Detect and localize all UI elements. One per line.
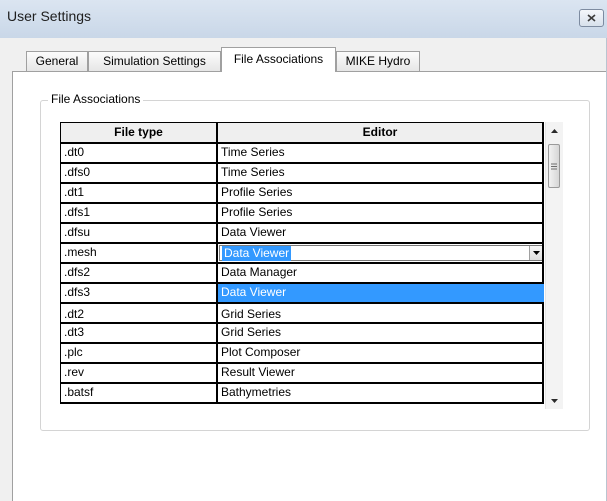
editor-cell[interactable]: Grid Series [217, 324, 544, 344]
file-type-cell[interactable]: .rev [60, 364, 218, 384]
editor-cell[interactable]: Profile Series [217, 184, 544, 204]
file-type-cell[interactable]: .dt3 [60, 324, 218, 344]
close-x-icon [587, 14, 596, 22]
dropdown-button[interactable] [529, 246, 542, 260]
editor-cell[interactable]: Time Series [217, 164, 544, 184]
grip-icon [551, 163, 557, 169]
scroll-down-arrow-icon [551, 398, 558, 403]
editor-cell[interactable]: Time Series [217, 144, 544, 164]
editor-cell[interactable]: Bathymetries [217, 384, 544, 404]
column-header-editor[interactable]: Editor [217, 122, 544, 144]
scroll-up-button[interactable] [546, 122, 563, 139]
editor-cell[interactable]: Data Viewer [217, 224, 544, 244]
editor-cell[interactable]: Plot Composer [217, 344, 544, 364]
file-type-cell[interactable]: .mesh [60, 244, 218, 264]
editor-cell[interactable]: Data Manager [217, 264, 544, 284]
file-type-cell[interactable]: .dt2 [60, 302, 218, 324]
file-type-cell[interactable]: .dfs3 [60, 284, 218, 304]
close-button[interactable] [579, 9, 604, 27]
editor-cell[interactable]: Profile Series [217, 204, 544, 224]
tab-general[interactable]: General [26, 51, 88, 71]
editor-cell[interactable]: Result Viewer [217, 364, 544, 384]
tab-mike-hydro[interactable]: MIKE Hydro [336, 51, 420, 71]
group-label: File Associations [48, 92, 144, 106]
file-type-cell[interactable]: .plc [60, 344, 218, 364]
column-header-file-type[interactable]: File type [60, 122, 218, 144]
editor-dropdown[interactable]: Data Viewer [219, 245, 542, 261]
file-type-cell[interactable]: .dfsu [60, 224, 218, 244]
scroll-down-button[interactable] [546, 392, 563, 409]
file-type-cell[interactable]: .dfs2 [60, 264, 218, 284]
user-settings-dialog: User Settings General Simulation Setting… [0, 0, 607, 501]
tab-simulation-settings[interactable]: Simulation Settings [88, 51, 221, 71]
editor-dropdown-cell[interactable]: Data Viewer [217, 244, 544, 264]
editor-cell[interactable]: Grid Series [217, 302, 544, 324]
file-type-cell[interactable]: .batsf [60, 384, 218, 404]
tab-file-associations[interactable]: File Associations [221, 47, 336, 72]
scroll-up-arrow-icon [551, 128, 558, 133]
editor-cell-selected[interactable]: Data Viewer [217, 284, 544, 304]
file-type-cell[interactable]: .dt0 [60, 144, 218, 164]
scroll-thumb[interactable] [548, 144, 560, 188]
file-type-cell[interactable]: .dfs1 [60, 204, 218, 224]
file-type-cell[interactable]: .dt1 [60, 184, 218, 204]
file-type-cell[interactable]: .dfs0 [60, 164, 218, 184]
chevron-down-icon [533, 251, 540, 255]
window-title: User Settings [7, 8, 92, 24]
editor-dropdown-value: Data Viewer [222, 246, 292, 261]
vertical-scrollbar[interactable] [545, 122, 563, 409]
title-bar: User Settings [0, 0, 607, 38]
